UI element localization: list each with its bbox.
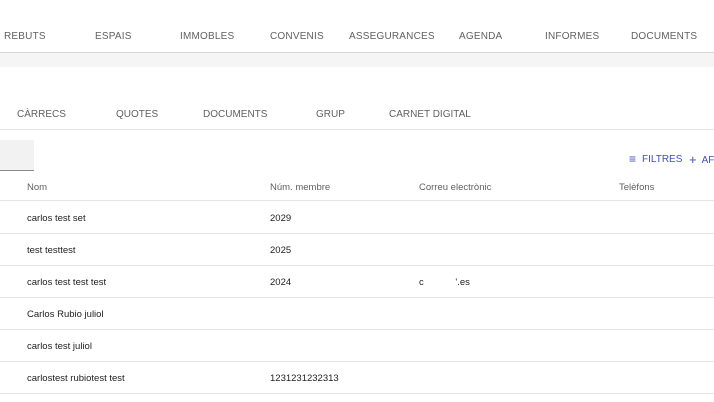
tab-carnet-digital[interactable]: CARNET DIGITAL: [389, 109, 471, 120]
top-navigation: REBUTS ESPAIS IMMOBLES CONVENIS ASSEGURA…: [0, 0, 714, 53]
cell-name: carlostest rubiotest test: [27, 373, 125, 384]
member-sub-tabs: CÀRRECS QUOTES DOCUMENTS GRUP CARNET DIG…: [0, 93, 714, 130]
cell-name: Carlos Rubio juliol: [27, 309, 104, 320]
nav-tab-agenda[interactable]: AGENDA: [459, 31, 502, 42]
nav-tab-convenis[interactable]: CONVENIS: [270, 31, 324, 42]
table-row[interactable]: carlos test test test 2024 c '.es: [0, 265, 714, 298]
plus-icon: +: [689, 152, 697, 167]
nav-tab-immobles[interactable]: IMMOBLES: [180, 31, 234, 42]
table-row[interactable]: carlos test set 2029: [0, 201, 714, 234]
cell-member: 2025: [270, 245, 292, 256]
header-band: [0, 53, 714, 67]
column-header-email[interactable]: Correu electrònic: [419, 182, 491, 193]
table-row[interactable]: Carlos Rubio juliol: [0, 297, 714, 330]
nav-tab-documents[interactable]: DOCUMENTS: [631, 31, 697, 42]
cell-name: test testtest: [27, 245, 76, 256]
cell-member: 2024: [270, 277, 292, 288]
cell-member: 1231231232313: [270, 373, 339, 384]
nav-tab-espais[interactable]: ESPAIS: [95, 31, 132, 42]
column-header-telefons[interactable]: Telèfons: [619, 182, 654, 193]
cell-name: carlos test set: [27, 213, 86, 224]
tab-documents[interactable]: DOCUMENTS: [203, 109, 267, 120]
cell-email: c '.es: [419, 277, 470, 288]
nav-tab-rebuts[interactable]: REBUTS: [4, 31, 46, 42]
tab-grup[interactable]: GRUP: [316, 109, 345, 120]
table-row[interactable]: carlostest rubiotest test 1231231232313: [0, 361, 714, 394]
filters-label: FILTRES: [642, 154, 683, 165]
table-row[interactable]: carlos test juliol: [0, 329, 714, 362]
add-button[interactable]: + AF: [689, 152, 714, 167]
column-header-nom[interactable]: Nom: [27, 182, 47, 193]
table-row[interactable]: test testtest 2025: [0, 233, 714, 266]
cell-name: carlos test test test: [27, 277, 107, 288]
tab-quotes[interactable]: QUOTES: [116, 109, 158, 120]
nav-tab-assegurances[interactable]: ASSEGURANCES: [349, 31, 435, 42]
add-label: AF: [701, 155, 714, 166]
cell-member: 2029: [270, 213, 292, 224]
filter-icon: ≡: [629, 152, 637, 166]
cell-name: carlos test juliol: [27, 341, 92, 352]
tab-carrecs[interactable]: CÀRRECS: [17, 109, 66, 120]
nav-tab-informes[interactable]: INFORMES: [545, 31, 599, 42]
column-header-num[interactable]: Núm. membre: [270, 182, 330, 193]
search-input[interactable]: [0, 140, 34, 171]
filters-button[interactable]: ≡ FILTRES: [629, 152, 682, 166]
